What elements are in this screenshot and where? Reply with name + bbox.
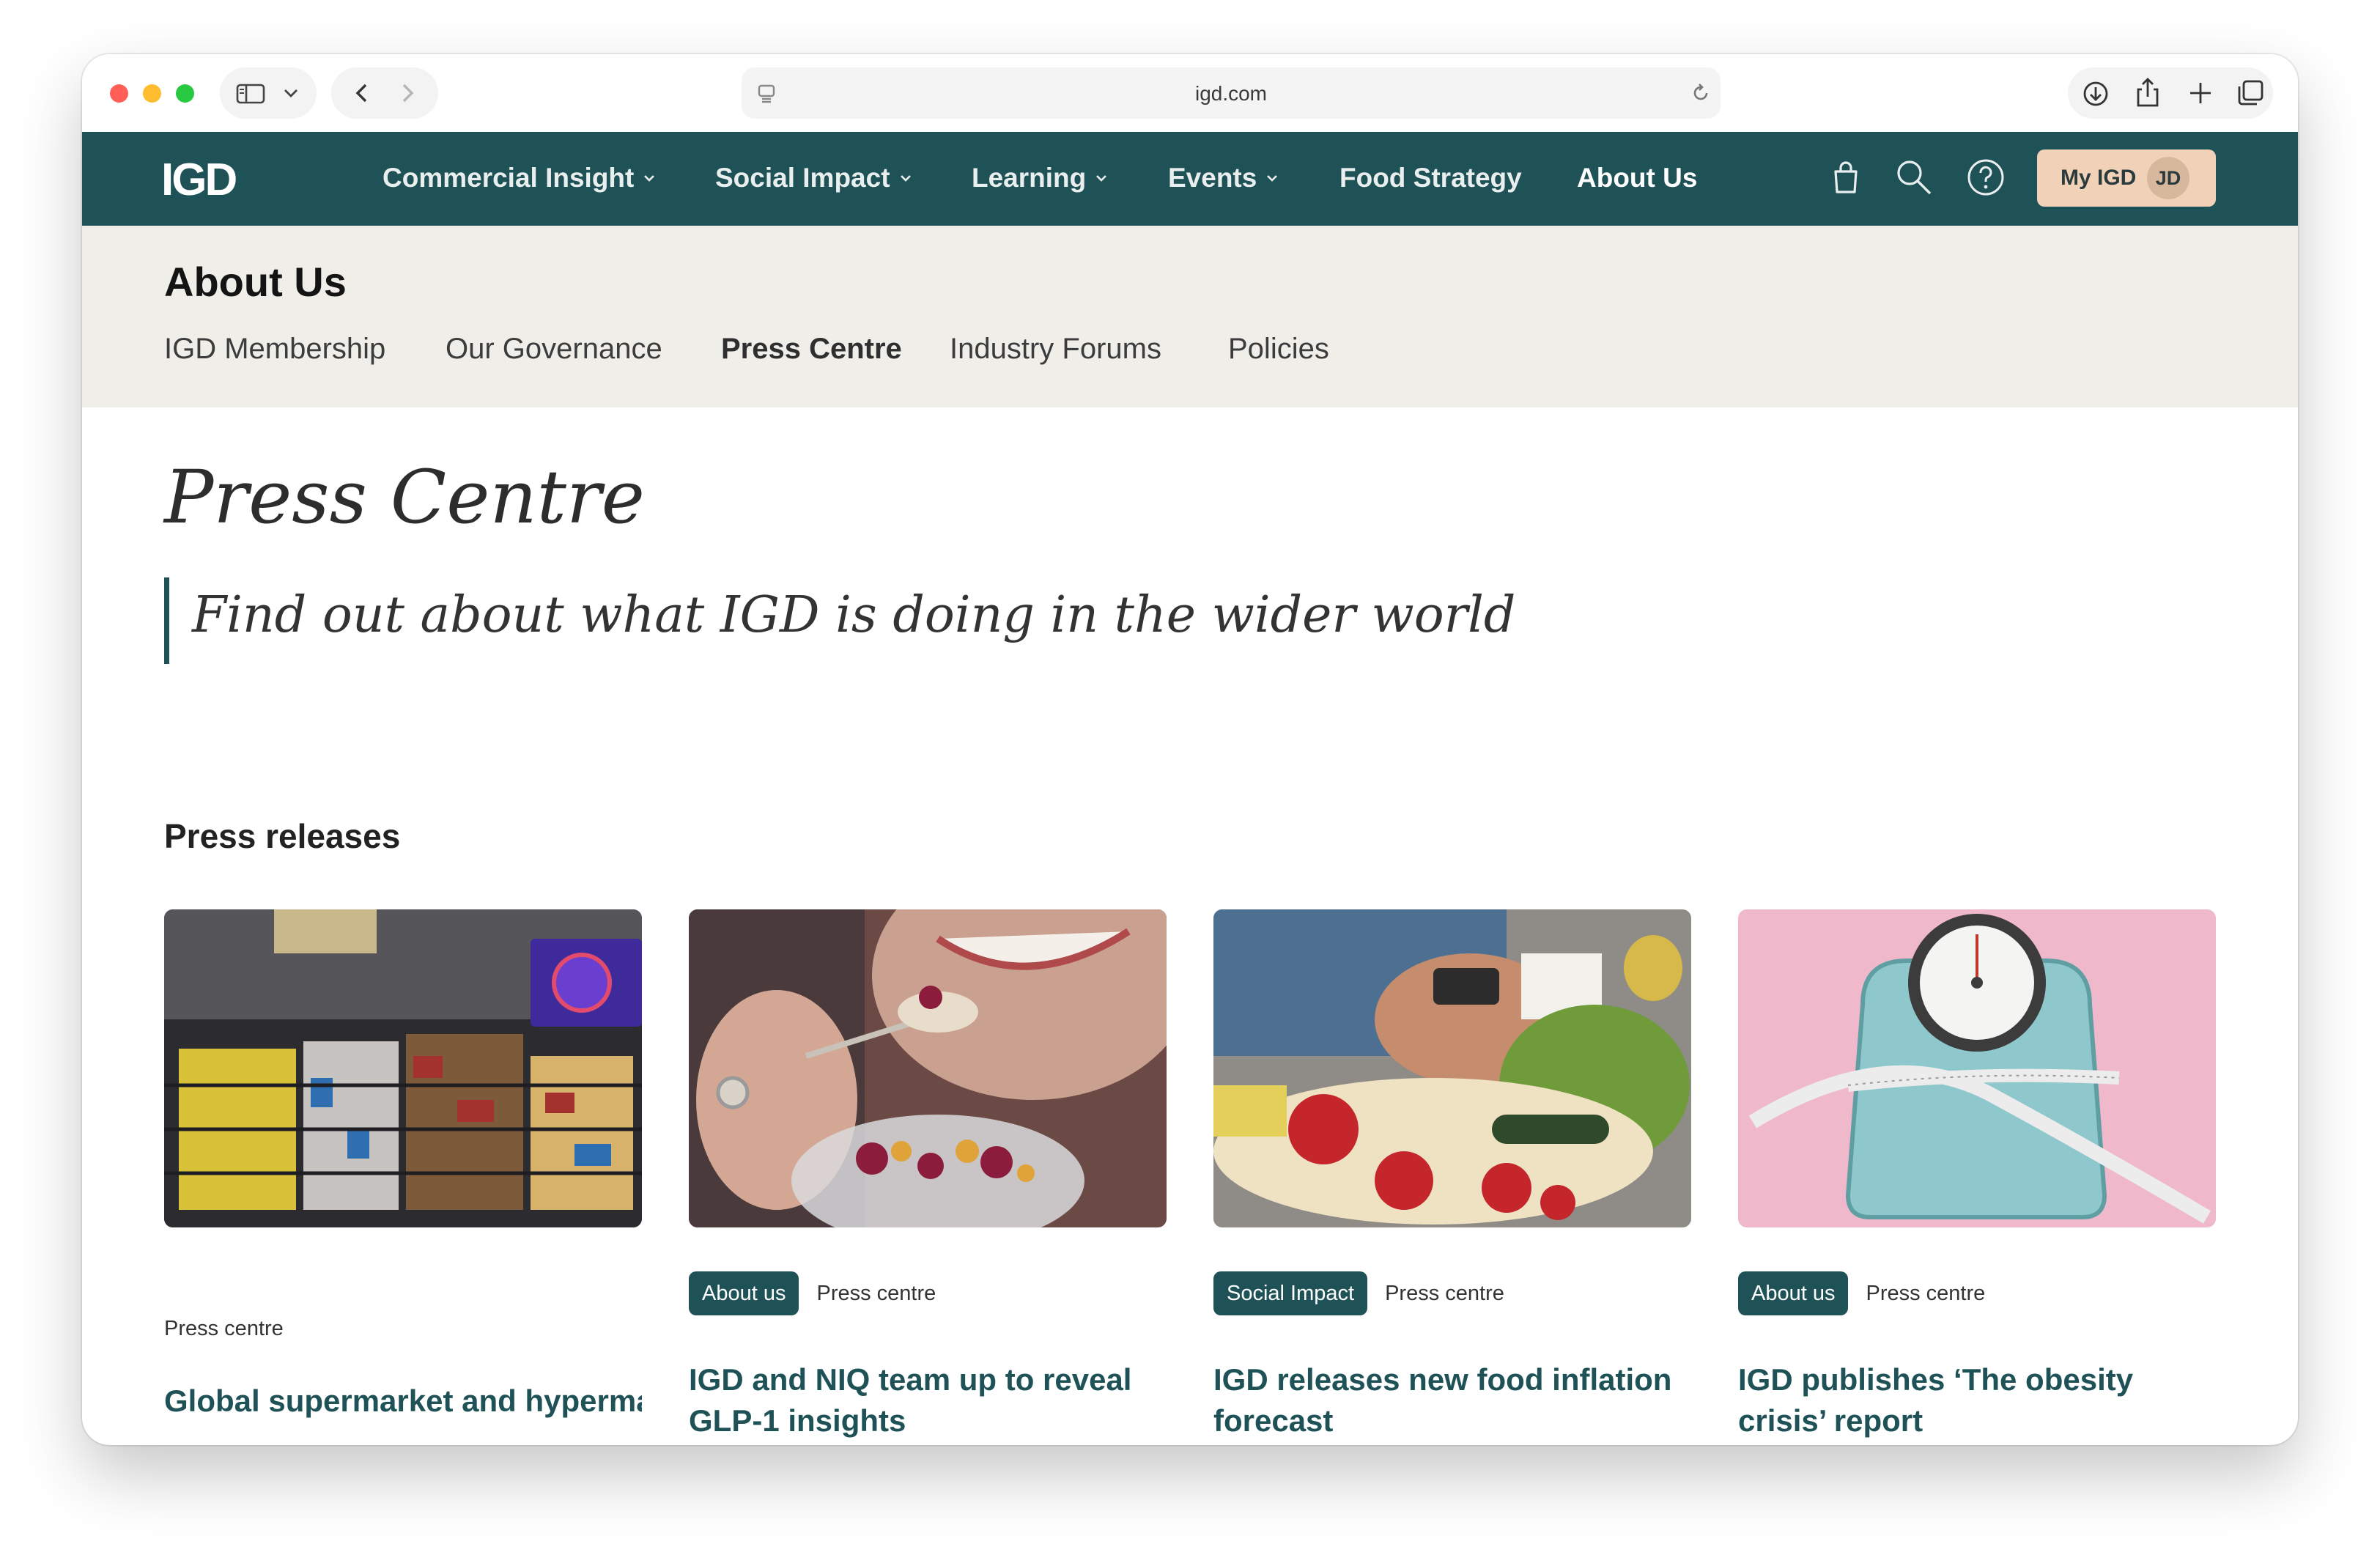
close-window-button[interactable] xyxy=(110,84,128,103)
sidebar-toggle-group xyxy=(220,67,317,119)
tab-our-governance[interactable]: Our Governance xyxy=(446,333,662,366)
tab-industry-forums[interactable]: Industry Forums xyxy=(950,333,1161,366)
reload-icon[interactable] xyxy=(1690,82,1712,104)
avatar: JD xyxy=(2147,157,2189,199)
nav-label: Commercial Insight xyxy=(382,163,635,193)
card-category[interactable]: Press centre xyxy=(1866,1282,1985,1306)
toolbar-actions-group xyxy=(2068,67,2273,119)
tab-igd-membership[interactable]: IGD Membership xyxy=(164,333,385,366)
nav-label: Social Impact xyxy=(715,163,890,193)
help-icon[interactable] xyxy=(1965,157,2006,198)
chevron-down-icon xyxy=(900,175,911,182)
press-card[interactable]: About us Press centre IGD and NIQ team u… xyxy=(689,909,1167,1445)
press-card[interactable]: About us Press centre IGD publishes ‘The… xyxy=(1738,909,2216,1445)
card-tags: About us Press centre xyxy=(1738,1271,1985,1315)
download-icon[interactable] xyxy=(2081,79,2110,108)
search-icon[interactable] xyxy=(1893,157,1934,198)
url-text: igd.com xyxy=(1194,82,1268,105)
press-card[interactable]: Press centre Global supermarket and hype… xyxy=(164,909,642,1445)
nav-label: About Us xyxy=(1577,163,1698,193)
sidebar-icon[interactable] xyxy=(236,84,265,104)
card-image-cereal[interactable] xyxy=(689,909,1167,1227)
card-category[interactable]: Press centre xyxy=(816,1282,936,1306)
history-nav-group xyxy=(331,67,438,119)
tab-press-centre[interactable]: Press Centre xyxy=(721,333,902,366)
chevron-down-icon xyxy=(1267,175,1278,182)
card-image-groceries[interactable] xyxy=(1213,909,1691,1227)
address-bar[interactable]: igd.com xyxy=(742,67,1721,119)
tabs-icon[interactable] xyxy=(2236,79,2264,107)
igd-logo[interactable]: IGD xyxy=(161,154,237,206)
chevron-down-icon xyxy=(1096,175,1107,182)
nav-commercial-insight[interactable]: Commercial Insight xyxy=(382,163,656,193)
browser-toolbar: igd.com xyxy=(82,54,2298,133)
card-title[interactable]: IGD and NIQ team up to reveal GLP-1 insi… xyxy=(689,1359,1167,1441)
browser-window: igd.com IGD Commercial Insight Social Im… xyxy=(82,54,2298,1445)
nav-learning[interactable]: Learning xyxy=(972,163,1108,193)
nav-label: Food Strategy xyxy=(1339,163,1522,193)
section-title: About Us xyxy=(164,259,347,305)
chevron-down-icon[interactable] xyxy=(283,88,299,98)
press-card[interactable]: Social Impact Press centre IGD releases … xyxy=(1213,909,1691,1445)
card-tag-social-impact[interactable]: Social Impact xyxy=(1213,1271,1368,1315)
card-tags: About us Press centre xyxy=(689,1271,936,1315)
site-header: IGD Commercial Insight Social Impact Lea… xyxy=(82,132,2298,226)
card-title[interactable]: IGD releases new food inflation forecast xyxy=(1213,1359,1691,1441)
card-image-scale[interactable] xyxy=(1738,909,2216,1227)
minimize-window-button[interactable] xyxy=(143,84,161,103)
card-category[interactable]: Press centre xyxy=(1385,1282,1504,1306)
chevron-down-icon xyxy=(644,175,655,182)
nav-about-us[interactable]: About Us xyxy=(1577,163,1697,193)
new-tab-icon[interactable] xyxy=(2188,81,2213,106)
card-image-supermarket[interactable] xyxy=(164,909,642,1227)
card-tags: Press centre xyxy=(164,1317,284,1341)
back-icon[interactable] xyxy=(352,82,372,104)
card-tag-about-us[interactable]: About us xyxy=(1738,1271,1849,1315)
card-title[interactable]: Global supermarket and hypermarket sales… xyxy=(164,1381,642,1422)
lead-accent-bar xyxy=(164,577,169,664)
card-category[interactable]: Press centre xyxy=(164,1317,284,1341)
my-igd-button[interactable]: My IGD JD xyxy=(2037,149,2216,207)
share-icon[interactable] xyxy=(2134,76,2162,108)
basket-icon[interactable] xyxy=(1829,157,1863,198)
section-subnav: About Us IGD Membership Our Governance P… xyxy=(82,226,2298,407)
zoom-window-button[interactable] xyxy=(176,84,194,103)
page-title: Press Centre xyxy=(164,454,645,540)
forward-icon[interactable] xyxy=(397,82,418,104)
nav-food-strategy[interactable]: Food Strategy xyxy=(1339,163,1522,193)
card-tags: Social Impact Press centre xyxy=(1213,1271,1504,1315)
nav-events[interactable]: Events xyxy=(1168,163,1279,193)
press-releases-heading: Press releases xyxy=(164,817,401,855)
nav-social-impact[interactable]: Social Impact xyxy=(715,163,912,193)
page-lead: Find out about what IGD is doing in the … xyxy=(192,586,1516,644)
card-title[interactable]: IGD publishes ‘The obesity crisis’ repor… xyxy=(1738,1359,2216,1441)
my-igd-label: My IGD xyxy=(2061,166,2137,190)
card-tag-about-us[interactable]: About us xyxy=(689,1271,799,1315)
nav-label: Events xyxy=(1168,163,1257,193)
nav-label: Learning xyxy=(972,163,1087,193)
tab-policies[interactable]: Policies xyxy=(1228,333,1329,366)
